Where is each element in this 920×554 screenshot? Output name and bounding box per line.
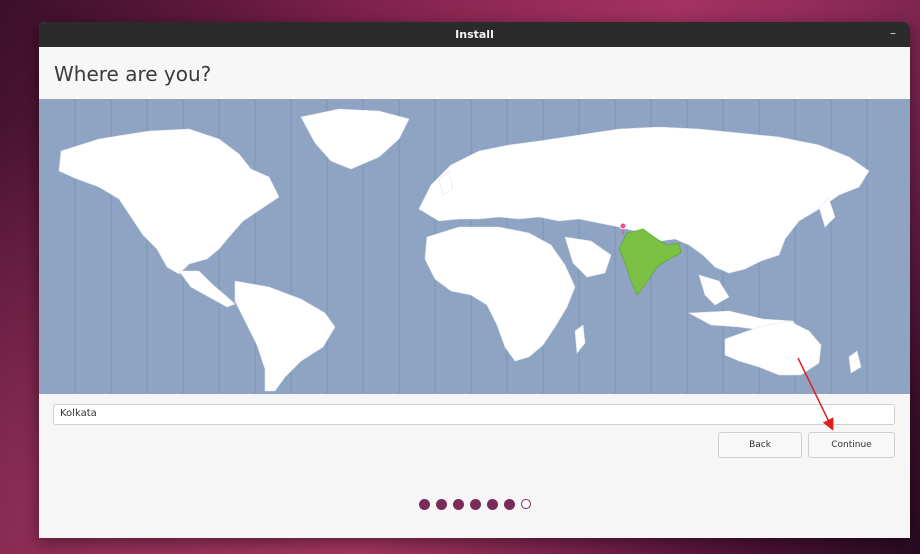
minimize-icon[interactable]: – <box>886 27 900 41</box>
progress-dot <box>452 498 464 510</box>
world-map[interactable] <box>39 99 910 394</box>
progress-dot <box>435 498 447 510</box>
progress-dot <box>486 498 498 510</box>
installer-window: Install – Where are you? Kolkata Back Co… <box>39 22 910 538</box>
window-titlebar[interactable]: Install – <box>39 22 910 47</box>
progress-dot <box>503 498 515 510</box>
page-header: Where are you? <box>39 47 910 101</box>
timezone-location-input[interactable]: Kolkata <box>53 404 895 425</box>
window-title: Install <box>455 28 494 41</box>
continue-button[interactable]: Continue <box>808 432 895 458</box>
progress-dot <box>418 498 430 510</box>
page-title: Where are you? <box>54 62 212 86</box>
progress-dot <box>469 498 481 510</box>
install-progress-dots <box>39 497 910 511</box>
back-button[interactable]: Back <box>718 432 802 458</box>
progress-dot-empty <box>520 499 531 509</box>
timezone-map[interactable] <box>39 99 910 394</box>
